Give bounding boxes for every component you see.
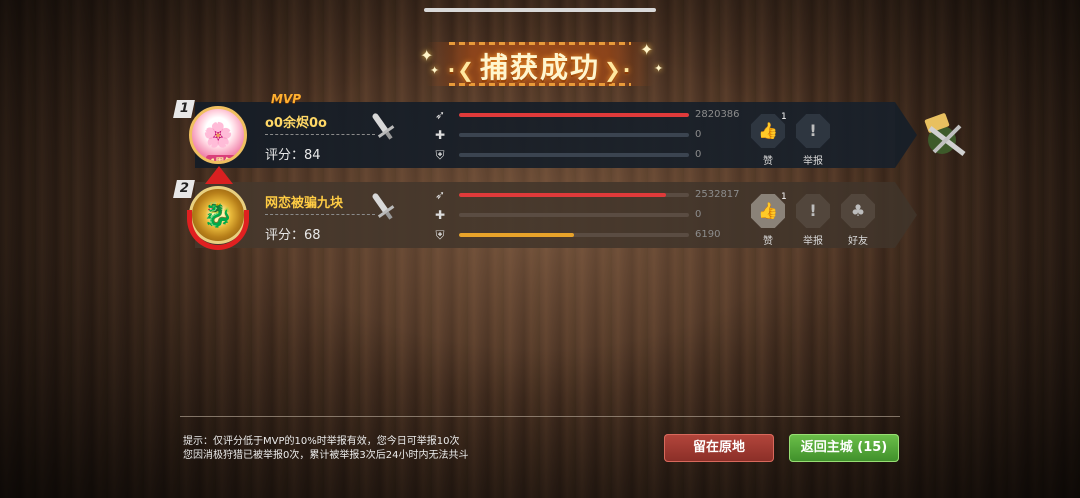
player-name: o0余烬0o — [265, 116, 327, 131]
add-friend-button[interactable]: ♣ 好友 — [841, 194, 875, 247]
heal-value: 0 — [695, 209, 702, 220]
warning-icon: ! — [809, 201, 817, 220]
stay-button[interactable]: 留在原地 — [664, 434, 774, 462]
plus-icon: ✚ — [434, 128, 446, 142]
sparkle-icon: ✦ — [430, 64, 440, 77]
weapon-greatsword-icon — [362, 187, 401, 226]
shield-icon: ⛨ — [435, 148, 445, 162]
player-row-1: 1 🌸 4周年 MVP o0余烬0o 评分：84 ➶ 2820386 ✚ 0 ⛨… — [173, 92, 917, 168]
heal-value: 0 — [695, 129, 702, 140]
like-label: 赞 — [763, 156, 773, 167]
thumbs-up-icon: 👍 — [758, 201, 778, 220]
add-friend-icon: ♣ — [850, 201, 866, 220]
shield-bar — [459, 153, 689, 157]
anniversary-badge: 4周年 — [206, 155, 237, 161]
return-to-city-button[interactable]: 返回主城 (15) — [789, 434, 899, 462]
title-deco-left: ·❮ — [447, 58, 476, 82]
damage-value: 2532817 — [695, 189, 740, 200]
mvp-badge: MVP — [271, 92, 302, 106]
report-button[interactable]: ! 举报 — [796, 114, 830, 167]
report-button[interactable]: ! 举报 — [796, 194, 830, 247]
damage-bar — [459, 113, 689, 117]
add-friend-label: 好友 — [848, 236, 868, 247]
santa-hat-icon — [205, 166, 233, 184]
report-tip-line-2: 您因消极狩猎已被举报0次，累计被举报3次后24小时内无法共斗 — [183, 450, 469, 461]
weapon-greatsword-icon — [362, 107, 401, 146]
name-divider — [265, 134, 375, 135]
title-deco-right: ❯· — [604, 58, 633, 82]
damage-value: 2820386 — [695, 109, 740, 120]
shield-value: 6190 — [695, 229, 721, 240]
player-avatar[interactable]: 🌸 4周年 — [189, 106, 247, 164]
player-score: 评分：68 — [265, 228, 321, 243]
rocket-icon: ➶ — [434, 108, 446, 122]
shield-value: 0 — [695, 149, 702, 160]
like-button[interactable]: 👍 1 赞 — [751, 112, 787, 167]
heal-bar — [459, 213, 689, 217]
like-count: 1 — [781, 192, 787, 202]
player-score: 评分：84 — [265, 148, 321, 163]
like-button[interactable]: 👍 1 赞 — [751, 192, 787, 247]
row-arrow — [895, 182, 917, 248]
sparkle-icon: ✦ — [640, 40, 654, 59]
report-tip-line-1: 提示：仅评分低于MVP的10%时举报有效，您今日可举报10次 — [183, 436, 460, 447]
page-title: ·❮ 捕获成功 ❯· — [418, 46, 662, 86]
player-name: 网恋被骗九块 — [265, 196, 344, 211]
ribbon-ring — [187, 210, 249, 250]
plus-icon: ✚ — [434, 208, 446, 222]
footer-divider — [180, 416, 900, 417]
crossed-swords-icon[interactable] — [920, 112, 970, 162]
sparkle-icon: ✦ — [420, 46, 434, 65]
heal-bar — [459, 133, 689, 137]
shield-bar — [459, 233, 689, 237]
damage-bar — [459, 193, 689, 197]
title-label: 捕获成功 — [479, 51, 600, 84]
shield-icon: ⛨ — [435, 228, 445, 242]
report-label: 举报 — [803, 156, 823, 167]
like-label: 赞 — [763, 236, 773, 247]
row-arrow — [895, 102, 917, 168]
name-divider — [265, 214, 375, 215]
warning-icon: ! — [809, 121, 817, 140]
like-count: 1 — [781, 112, 787, 122]
sparkle-icon: ✦ — [654, 62, 664, 75]
thumbs-up-icon: 👍 — [758, 121, 778, 140]
player-row-2: 2 🐉 网恋被骗九块 评分：68 ➶ 2532817 ✚ 0 ⛨ 6190 👍 … — [173, 166, 917, 250]
rocket-icon: ➶ — [434, 188, 446, 202]
title-banner: ·❮ 捕获成功 ❯· ✦ ✦ ✦ ✦ — [418, 36, 664, 94]
report-label: 举报 — [803, 236, 823, 247]
avatar-portrait-icon: 🌸 — [203, 121, 233, 149]
top-drag-handle[interactable] — [424, 8, 656, 12]
